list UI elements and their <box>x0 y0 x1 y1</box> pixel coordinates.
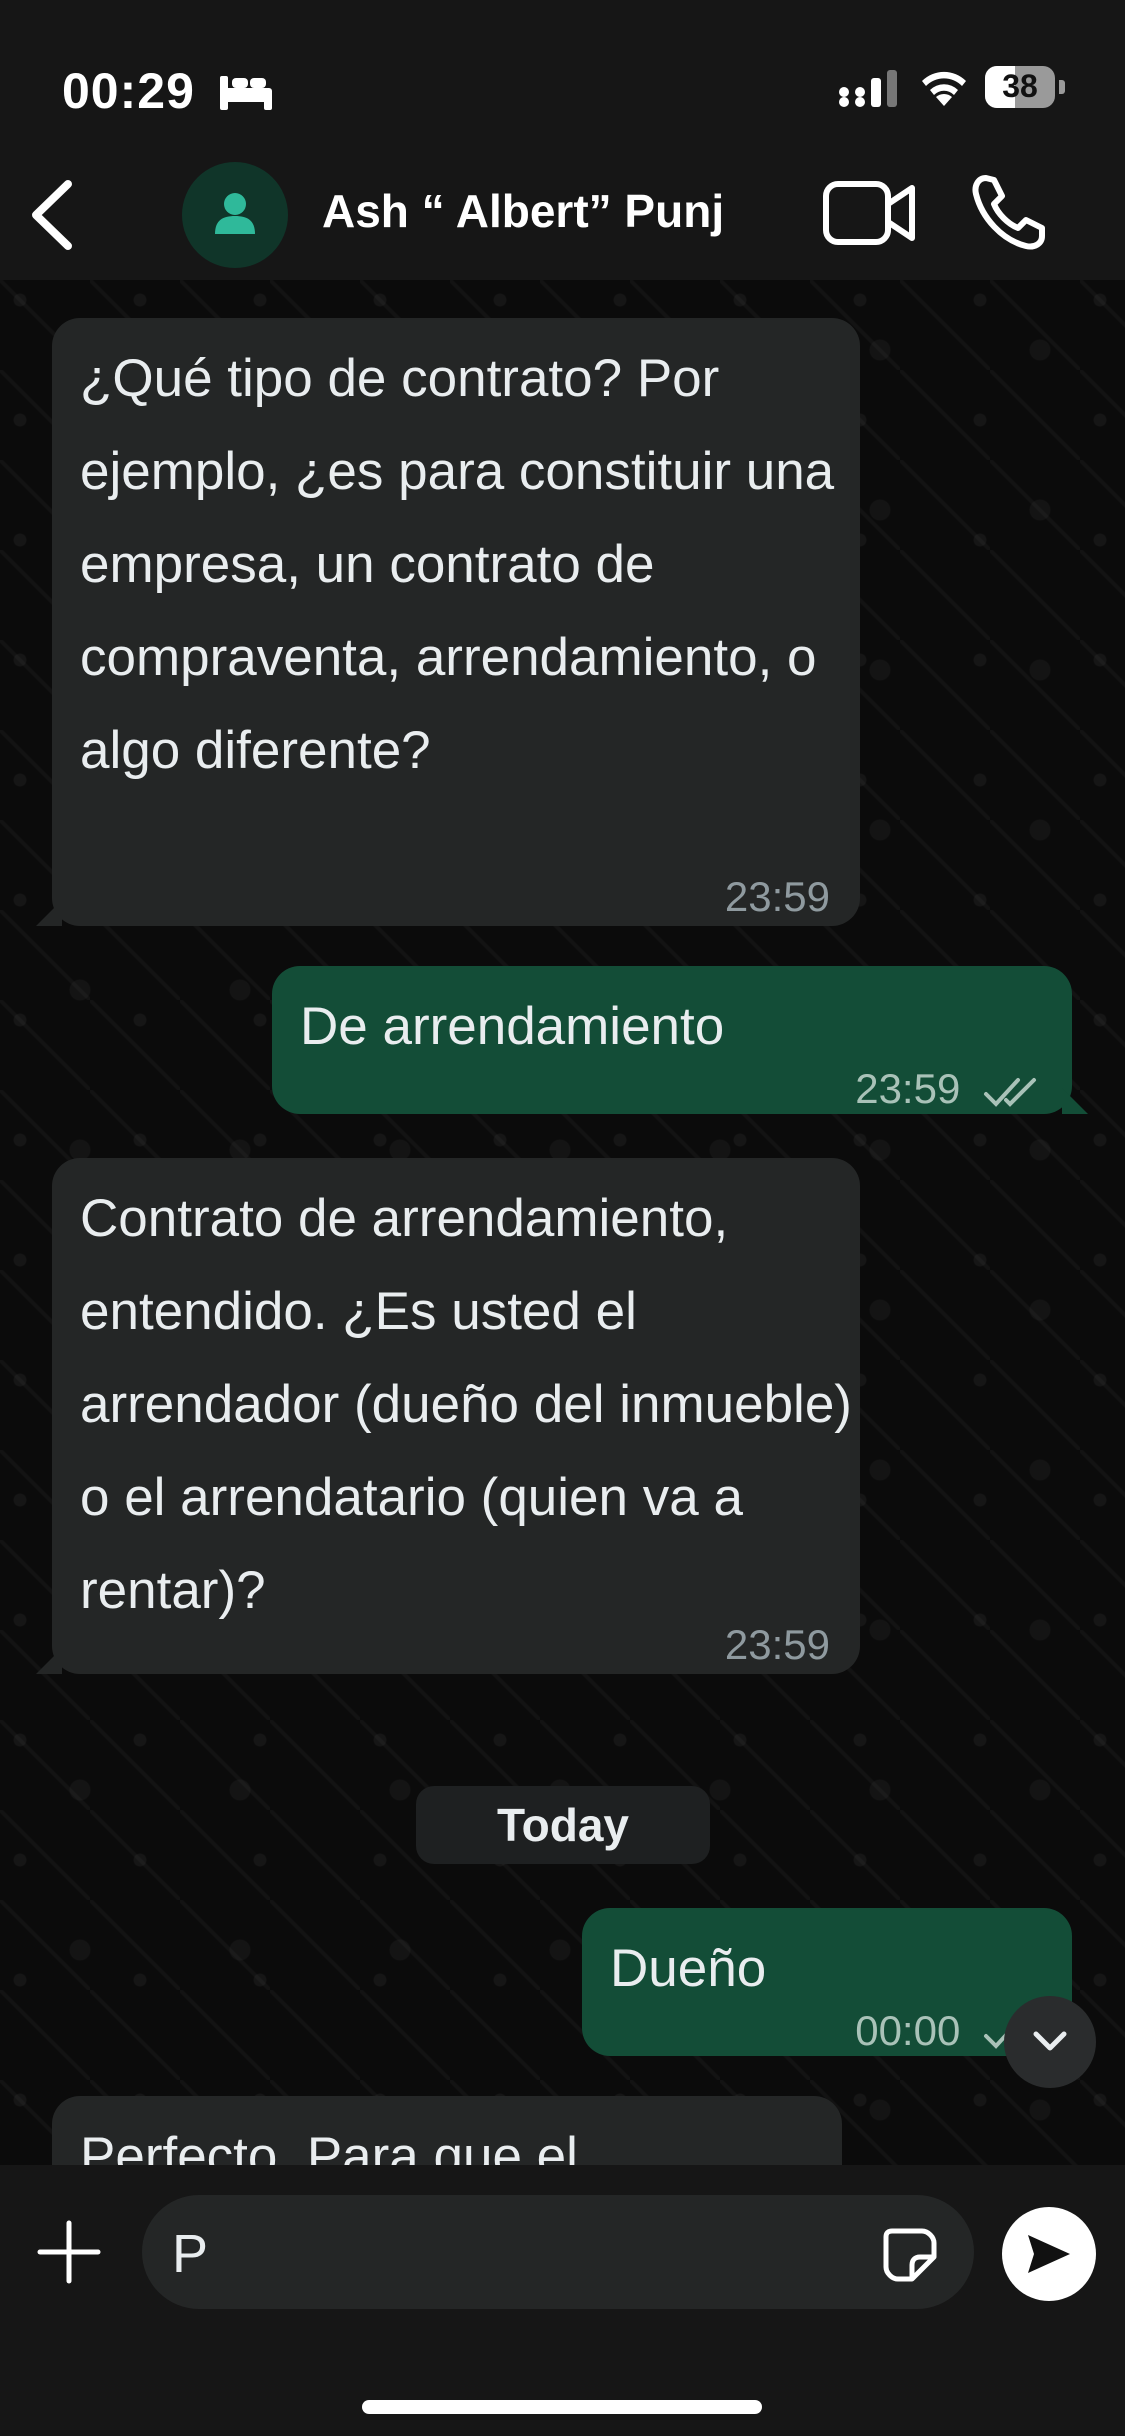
contact-avatar[interactable] <box>182 162 288 268</box>
sticker-icon[interactable] <box>882 2227 938 2283</box>
battery-level: 38 <box>1002 68 1038 104</box>
message-time: 23:59 <box>855 1065 961 1112</box>
voice-call-icon[interactable] <box>968 172 1050 254</box>
status-bar: 00:29 38 <box>0 0 1125 180</box>
date-separator: Today <box>416 1786 710 1864</box>
message-meta: 23:59 <box>855 1042 1044 1135</box>
send-button[interactable] <box>1002 2207 1096 2301</box>
bubble-tail <box>36 900 62 926</box>
scroll-to-bottom-button[interactable] <box>1004 1996 1096 2088</box>
bubble-tail <box>1062 1088 1088 1114</box>
video-call-icon[interactable] <box>822 178 918 248</box>
message-time: 23:59 <box>724 1621 830 1668</box>
home-indicator[interactable] <box>362 2400 762 2414</box>
message-composer: P <box>0 2165 1125 2436</box>
message-time: 00:00 <box>855 2007 961 2054</box>
person-icon <box>215 193 255 234</box>
message-text: ¿Qué tipo de contrato? Por ejemplo, ¿es … <box>80 349 835 780</box>
sleep-mode-icon <box>220 76 272 110</box>
attach-plus-icon[interactable] <box>36 2219 102 2285</box>
message-outgoing[interactable]: De arrendamiento 23:59 <box>272 966 1088 1114</box>
message-time: 23:59 <box>724 873 830 920</box>
status-time: 00:29 <box>62 63 195 119</box>
message-incoming[interactable]: Contrato de arrendamiento, entendido. ¿E… <box>36 1158 860 1674</box>
message-outgoing[interactable]: Dueño 00:00 <box>582 1908 1072 2056</box>
message-input[interactable]: P <box>142 2195 974 2309</box>
contact-name[interactable]: Ash “ Albert” Punj <box>322 184 724 238</box>
message-input-value[interactable]: P <box>172 2223 208 2285</box>
message-incoming[interactable]: Perfecto. Para que el <box>52 2096 842 2165</box>
read-receipt-double-check-icon <box>984 1077 1036 1107</box>
chevron-down-icon <box>1033 2031 1067 2051</box>
message-text: Perfecto. Para que el <box>80 2127 578 2165</box>
back-chevron-icon[interactable] <box>22 170 82 260</box>
wifi-icon <box>922 71 966 106</box>
battery-indicator: 38 <box>985 66 1065 108</box>
cellular-signal-icon <box>839 70 897 107</box>
message-text: Contrato de arrendamiento, entendido. ¿E… <box>80 1189 852 1620</box>
message-incoming[interactable]: ¿Qué tipo de contrato? Por ejemplo, ¿es … <box>36 318 860 926</box>
message-text: De arrendamiento <box>300 997 725 1056</box>
message-text: Dueño <box>610 1939 767 1998</box>
bubble-tail <box>36 1648 62 1674</box>
chat-header: Ash “ Albert” Punj <box>0 162 1125 280</box>
send-arrow-icon <box>1028 2235 1070 2273</box>
